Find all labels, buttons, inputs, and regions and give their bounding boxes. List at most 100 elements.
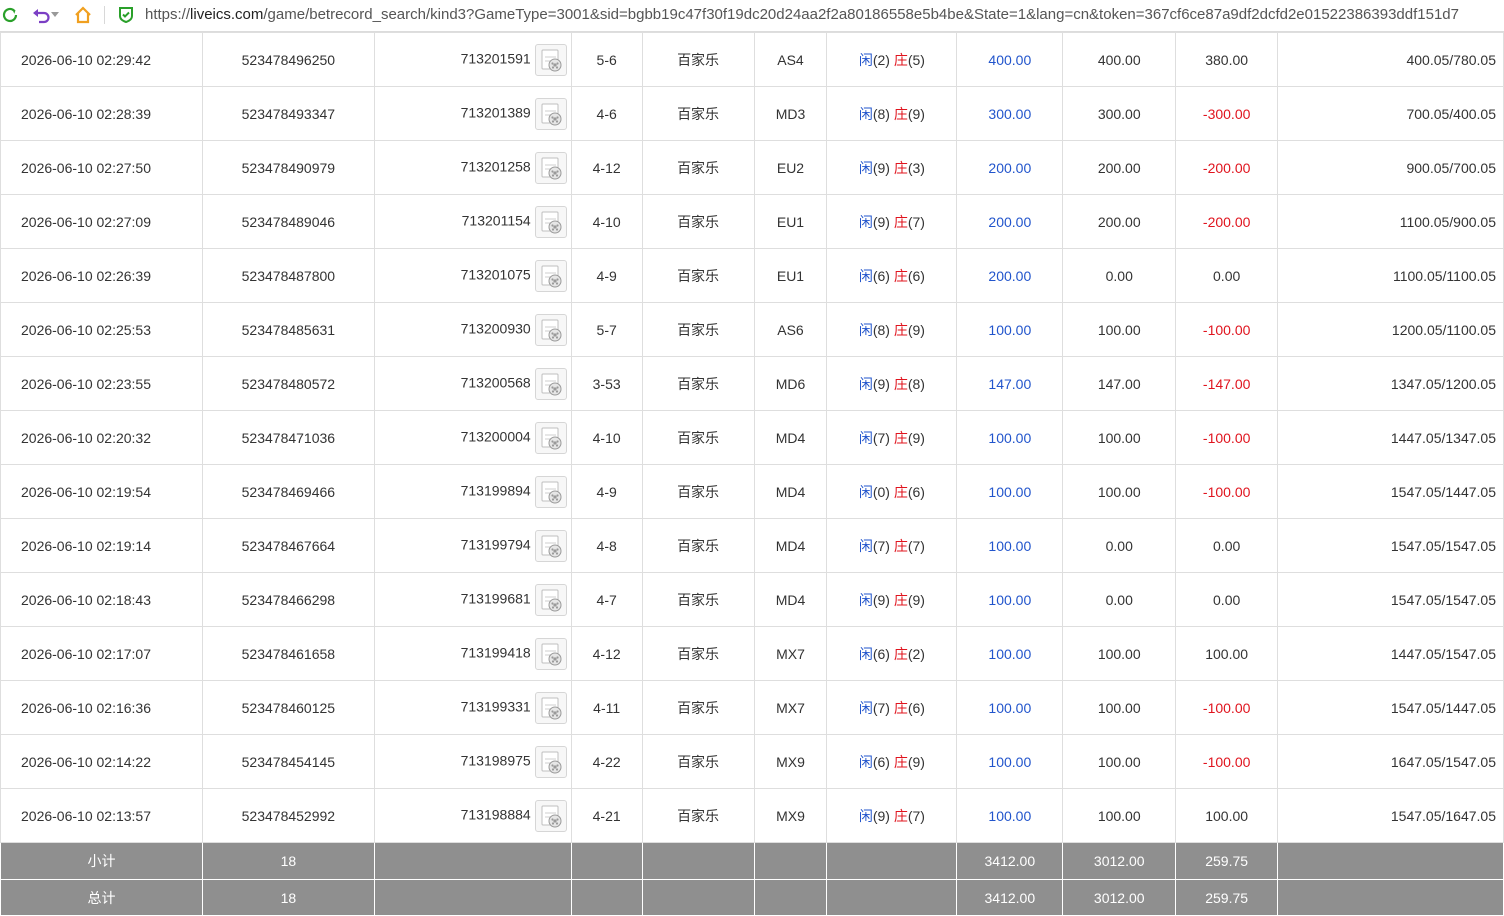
valid-bet: 200.00 <box>1062 194 1177 249</box>
game-type: 百家乐 <box>641 86 755 141</box>
player-value: (6) <box>872 645 890 662</box>
round-number: 4-12 <box>570 626 643 681</box>
game-number-cell: 713201591 <box>373 32 572 87</box>
result-cell: 闲(6) 庄(9) <box>826 734 958 789</box>
result-cell: 闲(8) 庄(9) <box>826 86 958 141</box>
game-number: 713200930 <box>460 320 531 337</box>
order-number: 523478469466 <box>201 464 375 519</box>
table-id: MD6 <box>753 356 828 411</box>
player-value: (7) <box>872 699 890 716</box>
win-loss: -100.00 <box>1175 734 1279 789</box>
result-cell: 闲(9) 庄(7) <box>826 194 958 249</box>
bet-amount: 100.00 <box>956 734 1064 789</box>
video-replay-icon[interactable] <box>534 637 567 670</box>
video-replay-icon[interactable] <box>534 205 567 238</box>
bet-time: 2026-06-10 02:18:43 <box>0 572 203 627</box>
banker-value: (6) <box>907 699 925 716</box>
player-label: 闲 <box>858 591 873 608</box>
video-replay-icon[interactable] <box>534 43 567 76</box>
summary-win: 259.75 <box>1175 879 1279 916</box>
banker-value: (7) <box>907 537 925 554</box>
game-number-cell: 713199418 <box>373 626 572 681</box>
round-number: 4-10 <box>570 194 643 249</box>
summary-empty <box>753 879 828 916</box>
round-number: 4-7 <box>570 572 643 627</box>
table-id: MD4 <box>753 572 828 627</box>
banker-value: (6) <box>907 267 925 284</box>
secure-shield-icon[interactable] <box>115 4 137 26</box>
balance-before-after: 1447.05/1547.05 <box>1277 626 1504 681</box>
summary-count: 18 <box>201 879 375 916</box>
game-type: 百家乐 <box>641 356 755 411</box>
summary-empty <box>753 842 828 880</box>
game-number-cell: 713200004 <box>373 410 572 465</box>
undo-dropdown-icon[interactable] <box>50 4 60 26</box>
game-number: 713201258 <box>460 158 531 175</box>
video-replay-icon[interactable] <box>534 745 567 778</box>
balance-before-after: 1200.05/1100.05 <box>1277 302 1504 357</box>
player-label: 闲 <box>858 537 873 554</box>
game-number: 713201389 <box>460 104 531 121</box>
valid-bet: 200.00 <box>1062 140 1177 195</box>
game-number-cell: 713199331 <box>373 680 572 735</box>
bet-time: 2026-06-10 02:19:14 <box>0 518 203 573</box>
player-value: (2) <box>872 51 890 68</box>
game-number: 713199894 <box>460 482 531 499</box>
video-replay-icon[interactable] <box>534 97 567 130</box>
bet-amount: 100.00 <box>956 680 1064 735</box>
bet-time: 2026-06-10 02:25:53 <box>0 302 203 357</box>
order-number: 523478452992 <box>201 788 375 843</box>
table-row: 2026-06-10 02:19:54 523478469466 7131998… <box>0 464 1504 519</box>
video-replay-icon[interactable] <box>534 583 567 616</box>
balance-before-after: 1347.05/1200.05 <box>1277 356 1504 411</box>
order-number: 523478480572 <box>201 356 375 411</box>
table-id: EU1 <box>753 248 828 303</box>
table-row: 2026-06-10 02:27:09 523478489046 7132011… <box>0 194 1504 249</box>
video-replay-icon[interactable] <box>534 799 567 832</box>
video-replay-icon[interactable] <box>534 151 567 184</box>
round-number: 4-21 <box>570 788 643 843</box>
player-label: 闲 <box>858 267 873 284</box>
bet-time: 2026-06-10 02:26:39 <box>0 248 203 303</box>
video-replay-icon[interactable] <box>534 529 567 562</box>
summary-bet: 3412.00 <box>956 842 1064 880</box>
order-number: 523478466298 <box>201 572 375 627</box>
valid-bet: 100.00 <box>1062 788 1177 843</box>
player-label: 闲 <box>858 807 873 824</box>
video-replay-icon[interactable] <box>534 475 567 508</box>
address-bar[interactable]: https://liveics.com/game/betrecord_searc… <box>145 6 1498 24</box>
video-replay-icon[interactable] <box>534 313 567 346</box>
summary-row: 小计 18 3412.00 3012.00 259.75 <box>0 842 1504 880</box>
result-cell: 闲(0) 庄(6) <box>826 464 958 519</box>
table-id: MD4 <box>753 518 828 573</box>
video-replay-icon[interactable] <box>534 421 567 454</box>
bet-amount: 147.00 <box>956 356 1064 411</box>
bet-amount: 300.00 <box>956 86 1064 141</box>
game-number: 713199681 <box>460 590 531 607</box>
player-value: (8) <box>872 321 890 338</box>
round-number: 4-8 <box>570 518 643 573</box>
player-label: 闲 <box>858 429 873 446</box>
table-id: AS4 <box>753 32 828 87</box>
round-number: 4-12 <box>570 140 643 195</box>
game-type: 百家乐 <box>641 788 755 843</box>
bet-time: 2026-06-10 02:20:32 <box>0 410 203 465</box>
banker-label: 庄 <box>893 105 908 122</box>
video-replay-icon[interactable] <box>534 259 567 292</box>
bet-time: 2026-06-10 02:17:07 <box>0 626 203 681</box>
game-number-cell: 713198975 <box>373 734 572 789</box>
valid-bet: 100.00 <box>1062 302 1177 357</box>
bet-time: 2026-06-10 02:28:39 <box>0 86 203 141</box>
bet-amount: 100.00 <box>956 518 1064 573</box>
banker-label: 庄 <box>893 429 908 446</box>
refresh-icon[interactable] <box>0 4 21 26</box>
game-type: 百家乐 <box>641 140 755 195</box>
round-number: 4-6 <box>570 86 643 141</box>
balance-before-after: 400.05/780.05 <box>1277 32 1504 87</box>
video-replay-icon[interactable] <box>534 691 567 724</box>
win-loss: -200.00 <box>1175 140 1279 195</box>
win-loss: -200.00 <box>1175 194 1279 249</box>
home-icon[interactable] <box>72 4 94 26</box>
video-replay-icon[interactable] <box>534 367 567 400</box>
player-label: 闲 <box>858 375 873 392</box>
